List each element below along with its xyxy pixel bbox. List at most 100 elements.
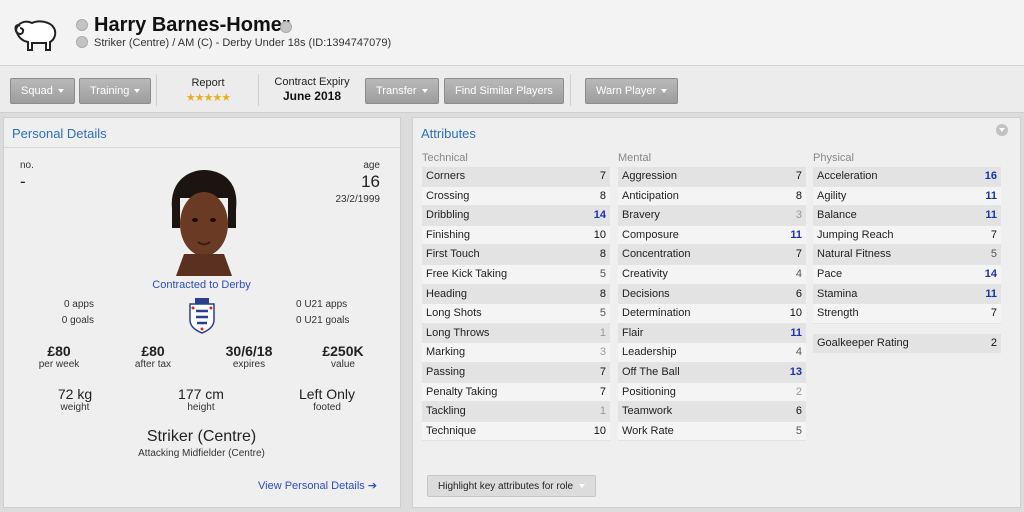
attribute-value: 5 bbox=[990, 248, 997, 261]
attribute-row: Flair 11 bbox=[618, 323, 806, 344]
attribute-row: Concentration 7 bbox=[618, 245, 806, 265]
attribute-row: Heading 8 bbox=[422, 284, 610, 305]
expires-stat: 30/6/18 expires bbox=[204, 343, 294, 370]
age-value: 16 bbox=[361, 172, 380, 191]
attribute-value: 11 bbox=[790, 228, 802, 241]
attribute-value: 2 bbox=[990, 336, 997, 349]
attribute-value: 4 bbox=[795, 346, 802, 359]
attribute-name: Leadership bbox=[622, 346, 677, 359]
attribute-value: 5 bbox=[599, 267, 606, 280]
attribute-value: 6 bbox=[795, 405, 802, 418]
attribute-row: Technique 10 bbox=[422, 421, 610, 442]
attribute-row: Anticipation 8 bbox=[618, 186, 806, 207]
attributes-title: Attributes bbox=[421, 126, 476, 141]
view-personal-details-link[interactable]: View Personal Details ➔ bbox=[258, 479, 377, 492]
attribute-name: Stamina bbox=[817, 287, 858, 300]
toolbar-divider bbox=[570, 74, 571, 106]
weight-stat: 72 kg weight bbox=[30, 386, 120, 413]
attribute-row: Teamwork 6 bbox=[618, 402, 806, 422]
attribute-name: Dribbling bbox=[426, 209, 470, 222]
secondary-position: Attacking Midfielder (Centre) bbox=[138, 448, 265, 459]
attribute-value: 10 bbox=[789, 307, 802, 320]
attribute-name: Tackling bbox=[426, 405, 466, 418]
attribute-row: Pace 14 bbox=[813, 264, 1001, 285]
attribute-row: Balance 11 bbox=[813, 206, 1001, 226]
find-similar-players-button[interactable]: Find Similar Players bbox=[444, 78, 564, 104]
player-options-icon[interactable] bbox=[280, 21, 292, 33]
attribute-name: Concentration bbox=[622, 248, 691, 261]
technical-column: Technical Corners 7 Crossing 8 Dribbling 14 Fi… bbox=[422, 152, 610, 442]
attribute-row: Finishing 10 bbox=[422, 225, 610, 246]
attribute-name: Heading bbox=[426, 287, 467, 300]
attribute-name: Crossing bbox=[426, 189, 470, 202]
highlight-key-attributes-button[interactable]: Highlight key attributes for role bbox=[427, 475, 597, 497]
attribute-name: Long Throws bbox=[426, 326, 490, 339]
player-name: Harry Barnes-Homer bbox=[94, 14, 290, 36]
weight-label: weight bbox=[60, 402, 90, 413]
attribute-row: Passing 7 bbox=[422, 362, 610, 383]
attribute-value: 8 bbox=[795, 189, 802, 202]
height-value: 177 cm bbox=[178, 386, 224, 402]
highlight-button-label: Highlight key attributes for role bbox=[438, 481, 574, 492]
attribute-row: Dribbling 14 bbox=[422, 206, 610, 226]
attribute-name: Creativity bbox=[622, 267, 668, 280]
squad-button-label: Squad bbox=[21, 85, 53, 97]
attribute-name: Aggression bbox=[622, 170, 678, 182]
panel-divider bbox=[4, 147, 400, 148]
after-tax-stat: £80 after tax bbox=[108, 343, 198, 370]
training-button[interactable]: Training bbox=[79, 78, 152, 104]
attribute-name: Pace bbox=[817, 267, 843, 280]
attribute-name: Passing bbox=[426, 365, 466, 378]
footed-label: footed bbox=[313, 402, 341, 413]
attribute-value: 2 bbox=[795, 385, 802, 398]
scout-report[interactable]: Report ★★★★★ bbox=[168, 77, 248, 104]
attribute-name: First Touch bbox=[426, 248, 480, 261]
attribute-value: 14 bbox=[984, 267, 997, 280]
transfer-button-label: Transfer bbox=[376, 85, 417, 97]
transfer-button[interactable]: Transfer bbox=[365, 78, 439, 104]
attribute-value: 6 bbox=[795, 287, 802, 300]
attribute-row: Long Shots 5 bbox=[422, 304, 610, 324]
attribute-row: Bravery 3 bbox=[618, 206, 806, 226]
attribute-row: First Touch 8 bbox=[422, 245, 610, 265]
training-button-label: Training bbox=[90, 85, 130, 97]
attribute-name: Teamwork bbox=[622, 405, 673, 418]
attribute-row: Work Rate 5 bbox=[618, 421, 806, 442]
squad-button[interactable]: Squad bbox=[10, 78, 75, 104]
player-photo bbox=[162, 168, 246, 276]
chevron-down-icon bbox=[421, 89, 428, 94]
height-label: height bbox=[187, 402, 215, 413]
wage-value: £80 bbox=[47, 343, 71, 359]
favourite-toggle-icon[interactable] bbox=[76, 19, 88, 31]
contract-expiry: Contract Expiry June 2018 bbox=[262, 76, 362, 103]
attribute-value: 8 bbox=[599, 248, 606, 261]
attribute-value: 11 bbox=[985, 287, 997, 300]
attribute-row: Free Kick Taking 5 bbox=[422, 264, 610, 285]
attribute-value: 7 bbox=[795, 248, 802, 261]
attribute-value: 7 bbox=[990, 228, 997, 241]
attribute-name: Natural Fitness bbox=[817, 248, 891, 261]
player-header: Harry Barnes-Homer Striker (Centre) / AM… bbox=[0, 0, 1024, 66]
attribute-row: Determination 10 bbox=[618, 304, 806, 324]
mental-header: Mental bbox=[618, 152, 652, 164]
attribute-name: Technique bbox=[426, 424, 477, 437]
contract-status-link[interactable]: Contracted to Derby bbox=[104, 279, 299, 291]
warn-player-button[interactable]: Warn Player bbox=[585, 78, 679, 104]
technical-rows: Corners 7 Crossing 8 Dribbling 14 Finishing 10 F… bbox=[422, 167, 610, 442]
attribute-row: Aggression 7 bbox=[618, 167, 806, 187]
panel-options-icon[interactable] bbox=[996, 124, 1008, 136]
apps-count: 0 apps bbox=[63, 299, 94, 310]
attribute-name: Flair bbox=[622, 326, 644, 339]
chevron-down-icon bbox=[57, 89, 64, 94]
toolbar-divider bbox=[258, 74, 259, 106]
attribute-value: 7 bbox=[599, 385, 606, 398]
attribute-name: Decisions bbox=[622, 287, 670, 300]
contract-expiry-label: Contract Expiry bbox=[274, 76, 350, 88]
attribute-value: 7 bbox=[990, 307, 997, 320]
attribute-name: Positioning bbox=[622, 385, 676, 398]
attribute-name: Goalkeeper Rating bbox=[817, 336, 909, 349]
attribute-row: Penalty Taking 7 bbox=[422, 382, 610, 403]
info-toggle-icon[interactable] bbox=[76, 36, 88, 48]
primary-position: Striker (Centre) bbox=[146, 428, 257, 445]
attribute-name: Off The Ball bbox=[622, 365, 680, 378]
